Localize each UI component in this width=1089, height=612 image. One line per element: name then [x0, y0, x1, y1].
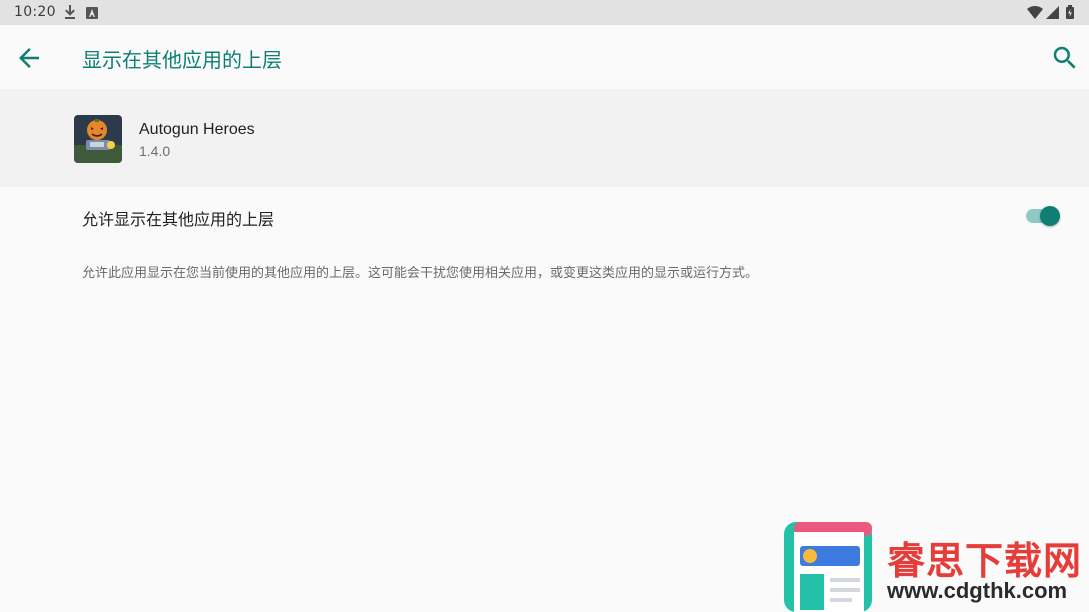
search-icon [1053, 46, 1076, 69]
page-title: 显示在其他应用的上层 [82, 48, 282, 72]
app-icon [74, 115, 122, 163]
notification-a-icon [86, 4, 98, 23]
search-button[interactable] [1050, 43, 1080, 73]
permission-label: 允许显示在其他应用的上层 [82, 210, 275, 229]
app-name: Autogun Heroes [139, 121, 255, 138]
wifi-icon [1027, 4, 1043, 23]
battery-icon [1066, 4, 1074, 23]
download-icon [64, 4, 76, 23]
app-bar: 显示在其他应用的上层 [0, 25, 1089, 89]
switch-thumb [1040, 206, 1060, 226]
watermark-logo-icon [784, 522, 872, 612]
watermark-brand: 睿思下载网 [887, 539, 1083, 583]
back-button[interactable] [14, 43, 44, 73]
status-bar: 10:20 [0, 0, 1089, 25]
app-version: 1.4.0 [139, 143, 171, 159]
app-header: Autogun Heroes 1.4.0 [0, 89, 1089, 187]
status-time: 10:20 [14, 4, 56, 20]
permission-switch[interactable] [1024, 204, 1062, 228]
arrow-back-icon [19, 48, 39, 68]
permission-toggle-row[interactable]: 允许显示在其他应用的上层 [0, 187, 1089, 245]
watermark-url: www.cdgthk.com [887, 578, 1068, 603]
signal-icon [1046, 4, 1059, 23]
permission-description: 允许此应用显示在您当前使用的其他应用的上层。这可能会干扰您使用相关应用，或变更这… [82, 266, 759, 281]
